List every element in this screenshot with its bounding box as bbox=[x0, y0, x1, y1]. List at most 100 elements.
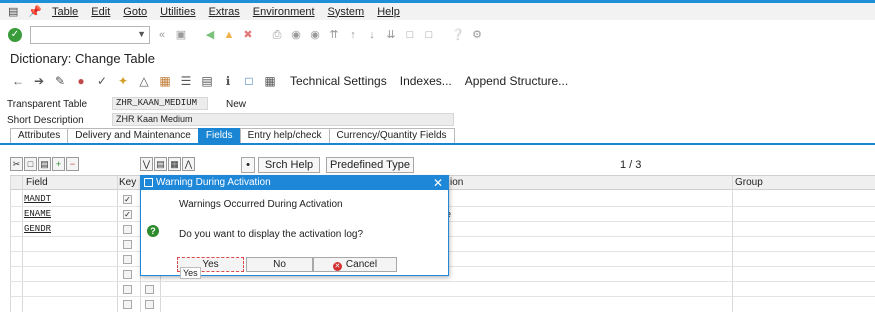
other-object-icon[interactable]: ● bbox=[73, 73, 89, 89]
previous-page-icon[interactable]: ↑ bbox=[346, 28, 360, 42]
search-help-icon[interactable]: • bbox=[241, 157, 255, 173]
table-contents-icon[interactable]: ▦ bbox=[262, 73, 278, 89]
standard-toolbar: ✓ ▼ « ▣ ◀ ▲ ✖ ⎙ ◉ ◉ ⇈ ↑ ↓ ⇊ □ □ ❔ ⚙ bbox=[0, 20, 875, 50]
check-icon[interactable]: ✓ bbox=[94, 73, 110, 89]
hierarchy-icon[interactable]: ▦ bbox=[157, 73, 173, 89]
session-menu-icon[interactable]: ▤ bbox=[8, 6, 20, 18]
no-button[interactable]: No bbox=[246, 257, 313, 272]
column-header-field: Field bbox=[26, 177, 48, 188]
dialog-title: Warning During Activation bbox=[156, 177, 271, 188]
menu-item-help[interactable]: Help bbox=[377, 6, 400, 18]
menu-item-system[interactable]: System bbox=[328, 6, 365, 18]
print-icon[interactable]: ⎙ bbox=[270, 28, 284, 42]
object-list-icon[interactable]: ☰ bbox=[178, 73, 194, 89]
save-expand-icon[interactable]: « bbox=[155, 28, 169, 42]
gear-icon[interactable]: ⚙ bbox=[470, 28, 484, 42]
where-used-icon[interactable]: △ bbox=[136, 73, 152, 89]
first-page-icon[interactable]: ⇈ bbox=[327, 28, 341, 42]
find-next-icon[interactable]: ◉ bbox=[308, 28, 322, 42]
contents-icon[interactable]: □ bbox=[241, 73, 257, 89]
table-row-field[interactable]: GENDR bbox=[24, 224, 51, 234]
tab-currency-quantity-fields[interactable]: Currency/Quantity Fields bbox=[328, 128, 455, 143]
exit-icon[interactable]: ▲ bbox=[222, 28, 236, 42]
question-icon: ? bbox=[147, 225, 159, 237]
back-icon[interactable]: ◀ bbox=[203, 28, 217, 42]
key-checkbox[interactable] bbox=[123, 300, 132, 309]
tab-attributes[interactable]: Attributes bbox=[10, 128, 69, 143]
tab-delivery-and-maintenance[interactable]: Delivery and Maintenance bbox=[67, 128, 199, 143]
key-checkbox[interactable]: ✓ bbox=[123, 210, 132, 219]
next-page-icon[interactable]: ↓ bbox=[365, 28, 379, 42]
info-icon[interactable]: ℹ bbox=[220, 73, 236, 89]
forward-arrow-icon[interactable]: ➔ bbox=[31, 73, 47, 89]
key-checkbox[interactable] bbox=[123, 225, 132, 234]
expand-icon[interactable]: ⋀ bbox=[182, 157, 195, 171]
key-checkbox[interactable] bbox=[123, 285, 132, 294]
column-header-description: ion bbox=[450, 177, 464, 188]
initial-value-checkbox[interactable] bbox=[145, 300, 154, 309]
transparent-table-label: Transparent Table bbox=[7, 99, 88, 110]
dialog-title-bar: Warning During Activation ✕ bbox=[141, 176, 448, 190]
menu-item-goto[interactable]: Goto bbox=[123, 6, 147, 18]
append-structure-button[interactable]: Append Structure... bbox=[465, 74, 568, 88]
key-checkbox[interactable]: ✓ bbox=[123, 195, 132, 204]
srch-help-button[interactable]: Srch Help bbox=[258, 157, 320, 173]
menu-item-table[interactable]: Table bbox=[52, 6, 78, 18]
pin-icon[interactable]: 📌 bbox=[28, 6, 42, 18]
page-title: Dictionary: Change Table bbox=[10, 51, 156, 66]
short-description-field[interactable]: ZHR Kaan Medium bbox=[112, 113, 454, 126]
menu-item-edit[interactable]: Edit bbox=[91, 6, 110, 18]
table-view-icon[interactable]: ▦ bbox=[168, 157, 181, 171]
close-icon[interactable]: ✕ bbox=[433, 176, 443, 190]
predefined-type-button[interactable]: Predefined Type bbox=[326, 157, 414, 173]
last-page-icon[interactable]: ⇊ bbox=[384, 28, 398, 42]
indexes-button[interactable]: Indexes... bbox=[400, 74, 452, 88]
enter-check-icon[interactable]: ✓ bbox=[8, 28, 22, 42]
cut-icon[interactable]: ✂ bbox=[10, 157, 23, 171]
menu-item-environment[interactable]: Environment bbox=[253, 6, 315, 18]
save-icon[interactable]: ▣ bbox=[174, 28, 188, 42]
page-indicator: 1 / 3 bbox=[620, 159, 642, 171]
cancel-icon[interactable]: ✖ bbox=[241, 28, 255, 42]
activate-icon[interactable]: ✦ bbox=[115, 73, 131, 89]
dialog-message: Warnings Occurred During Activation bbox=[179, 199, 343, 210]
short-description-label: Short Description bbox=[7, 115, 84, 126]
key-checkbox[interactable] bbox=[123, 255, 132, 264]
display-change-icon[interactable]: ✎ bbox=[52, 73, 68, 89]
find-icon[interactable]: ◉ bbox=[289, 28, 303, 42]
table-row-field[interactable]: MANDT bbox=[24, 194, 51, 204]
menu-item-utilities[interactable]: Utilities bbox=[160, 6, 195, 18]
table-name-field: ZHR_KAAN_MEDIUM bbox=[112, 97, 208, 110]
back-arrow-icon[interactable]: ← bbox=[10, 73, 26, 89]
menu-item-extras[interactable]: Extras bbox=[209, 6, 240, 18]
chevron-down-icon[interactable]: ▼ bbox=[137, 29, 146, 39]
cancel-button[interactable]: ✕ Cancel bbox=[313, 257, 397, 272]
delete-row-icon[interactable]: − bbox=[66, 157, 79, 171]
help-icon[interactable]: ❔ bbox=[451, 28, 465, 42]
tab-fields[interactable]: Fields bbox=[197, 128, 241, 143]
cancel-label: Cancel bbox=[345, 259, 378, 270]
table-nav-toolbar: ⋁ ▤ ▦ ⋀ bbox=[140, 157, 196, 171]
collapse-icon[interactable]: ⋁ bbox=[140, 157, 153, 171]
tab-entry-help-check[interactable]: Entry help/check bbox=[239, 128, 330, 143]
new-session-icon[interactable]: □ bbox=[403, 28, 417, 42]
details-icon[interactable]: ▤ bbox=[154, 157, 167, 171]
copy-icon[interactable]: □ bbox=[24, 157, 37, 171]
layout-icon[interactable]: ▤ bbox=[199, 73, 215, 89]
application-toolbar: ← ➔ ✎ ● ✓ ✦ △ ▦ ☰ ▤ ℹ □ ▦ Technical Sett… bbox=[0, 70, 875, 92]
shortcut-icon[interactable]: □ bbox=[422, 28, 436, 42]
insert-row-icon[interactable]: + bbox=[52, 157, 65, 171]
key-checkbox[interactable] bbox=[123, 240, 132, 249]
paste-icon[interactable]: ▤ bbox=[38, 157, 51, 171]
column-header-group: Group bbox=[735, 177, 763, 188]
dialog-question: Do you want to display the activation lo… bbox=[179, 229, 363, 240]
column-header-key: Key bbox=[119, 177, 137, 188]
initial-value-checkbox[interactable] bbox=[145, 285, 154, 294]
technical-settings-button[interactable]: Technical Settings bbox=[290, 74, 387, 88]
table-row-field[interactable]: ENAME bbox=[24, 209, 51, 219]
cancel-x-icon: ✕ bbox=[332, 262, 342, 271]
window-icon bbox=[144, 178, 153, 187]
key-checkbox[interactable] bbox=[123, 270, 132, 279]
yes-tooltip: Yes bbox=[180, 267, 201, 279]
command-field[interactable]: ▼ bbox=[30, 26, 150, 44]
